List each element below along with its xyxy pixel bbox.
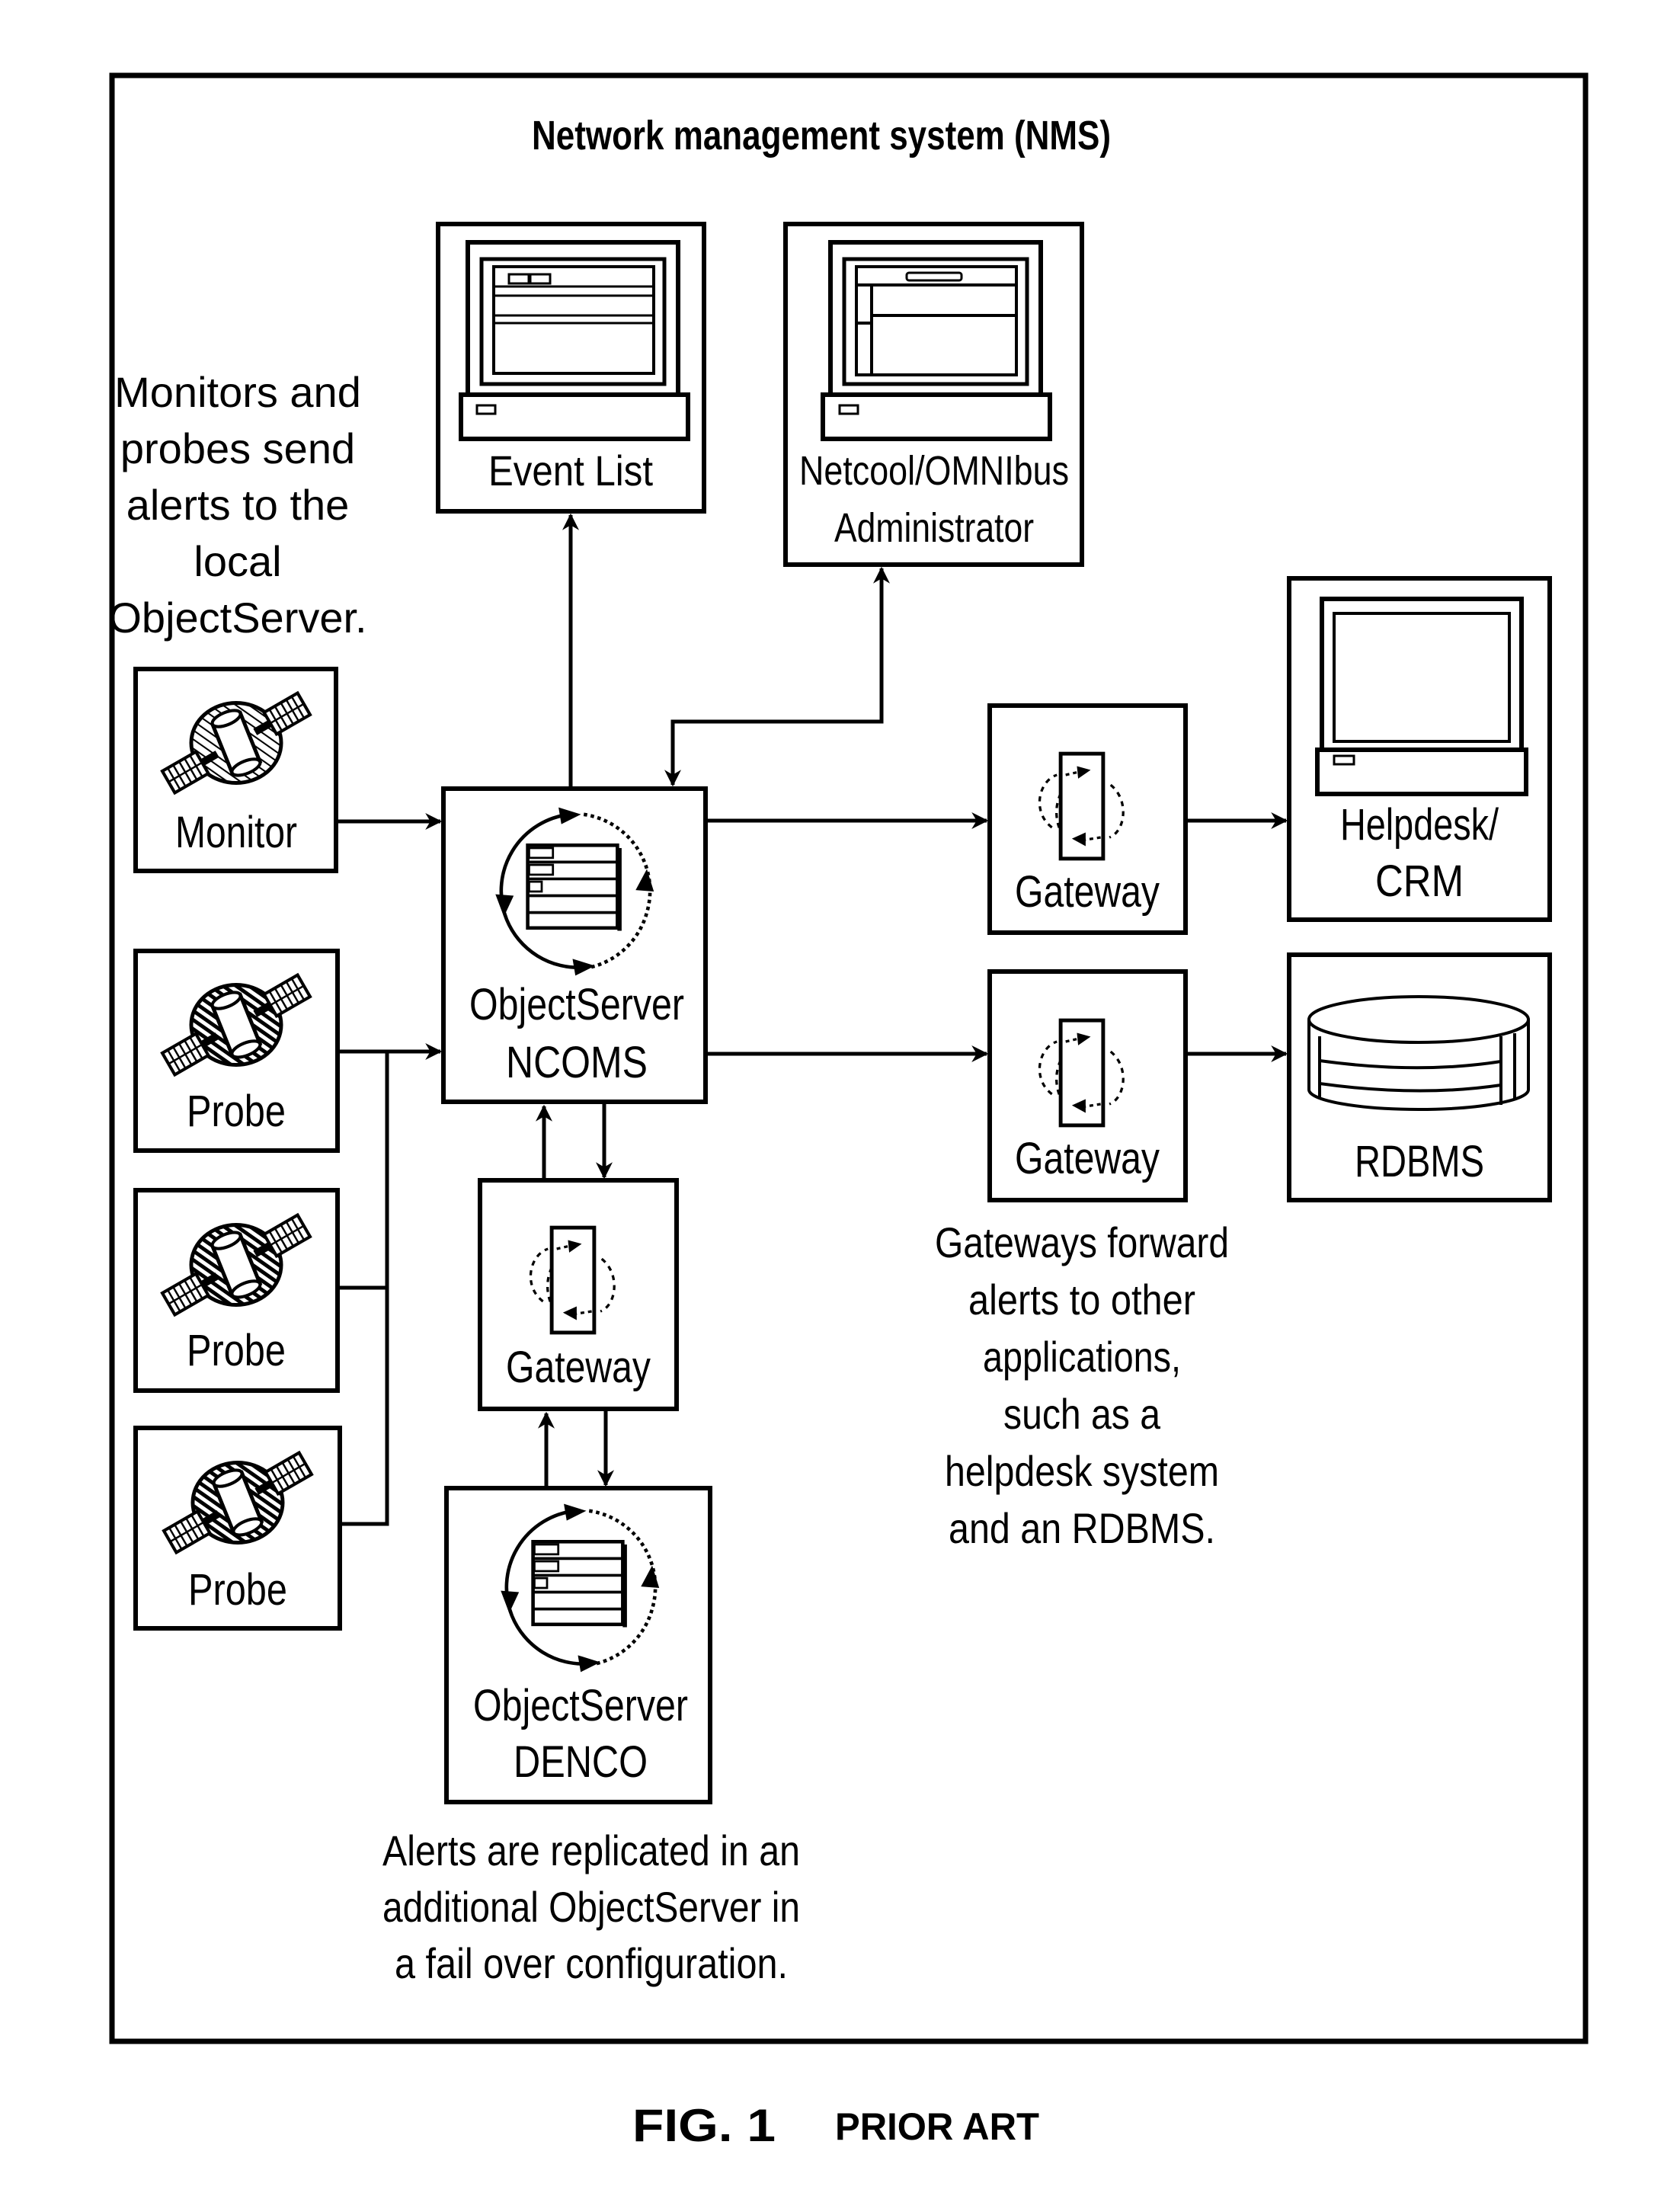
- note-line: probes send: [120, 424, 355, 472]
- node-label: Gateway: [506, 1343, 651, 1392]
- note-replication: Alerts are replicated in an additional O…: [382, 1826, 800, 1987]
- node-rdbms[interactable]: RDBMS: [1287, 952, 1552, 1202]
- node-helpdesk[interactable]: Helpdesk/ CRM: [1287, 576, 1552, 922]
- node-label: ObjectServer: [469, 980, 684, 1029]
- note-line: Monitors and: [114, 368, 361, 416]
- node-label: Netcool/OMNIbus: [799, 448, 1069, 494]
- note-line: additional ObjectServer in: [382, 1883, 800, 1931]
- note-line: alerts to other: [968, 1276, 1195, 1324]
- prior-art-label: PRIOR ART: [835, 2105, 1039, 2148]
- node-label: Helpdesk/: [1340, 800, 1499, 850]
- node-gateway-helpdesk[interactable]: Gateway: [987, 703, 1188, 935]
- node-label: NCOMS: [506, 1038, 648, 1087]
- workstation-icon: [459, 240, 690, 441]
- note-line: a fail over configuration.: [395, 1939, 788, 1987]
- note-monitors-probes: Monitors and probes send alerts to the l…: [108, 368, 366, 642]
- node-administrator[interactable]: Netcool/OMNIbus Administrator: [783, 222, 1084, 567]
- node-probe-2[interactable]: Probe: [133, 1188, 340, 1393]
- node-probe-1[interactable]: Probe: [133, 949, 340, 1153]
- node-label: Probe: [187, 1087, 286, 1136]
- node-label: CRM: [1375, 856, 1464, 906]
- node-probe-3[interactable]: Probe: [133, 1426, 342, 1631]
- node-label: RDBMS: [1355, 1137, 1484, 1186]
- node-objectserver-ncoms[interactable]: ObjectServer NCOMS: [441, 786, 708, 1104]
- node-label: Probe: [188, 1565, 287, 1615]
- note-line: such as a: [1003, 1390, 1161, 1438]
- node-gateway-rdbms[interactable]: Gateway: [987, 969, 1188, 1202]
- note-line: Gateways forward: [935, 1218, 1229, 1266]
- note-line: applications,: [983, 1333, 1181, 1381]
- workstation-icon: [821, 240, 1052, 441]
- note-gateways-forward: Gateways forward alerts to other applica…: [935, 1218, 1229, 1552]
- node-label: Monitor: [175, 808, 297, 857]
- note-line: helpdesk system: [945, 1447, 1219, 1495]
- note-line: alerts to the: [126, 481, 350, 529]
- edge-ncoms-administrator: [664, 566, 890, 787]
- node-gateway-failover[interactable]: Gateway: [478, 1178, 679, 1411]
- figure-caption: FIG. 1 PRIOR ART: [632, 2100, 1039, 2151]
- nms-diagram: Network management system (NMS) Monitors…: [108, 72, 1589, 2151]
- figure-number: FIG. 1: [632, 2100, 776, 2151]
- database-icon: [1307, 995, 1530, 1111]
- node-label: Administrator: [834, 505, 1034, 551]
- note-line: and an RDBMS.: [949, 1504, 1215, 1552]
- workstation-icon: [1315, 597, 1528, 796]
- node-label: Gateway: [1015, 867, 1160, 917]
- node-label: DENCO: [514, 1737, 648, 1787]
- node-label: Event List: [488, 447, 653, 495]
- node-label: Probe: [187, 1326, 286, 1375]
- node-event-list[interactable]: Event List: [436, 222, 706, 514]
- note-line: local: [194, 537, 281, 585]
- node-objectserver-denco[interactable]: ObjectServer DENCO: [444, 1486, 712, 1804]
- note-line: ObjectServer.: [108, 594, 366, 642]
- diagram-title: Network management system (NMS): [532, 113, 1111, 158]
- node-monitor[interactable]: Monitor: [133, 667, 338, 873]
- node-label: Gateway: [1015, 1134, 1160, 1183]
- note-line: Alerts are replicated in an: [382, 1826, 800, 1874]
- node-label: ObjectServer: [473, 1681, 688, 1730]
